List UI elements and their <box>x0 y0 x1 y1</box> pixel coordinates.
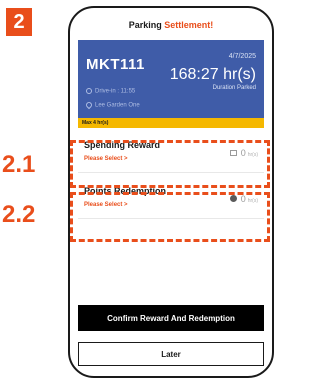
page-title: Parking Settlement! <box>128 20 214 30</box>
confirm-button[interactable]: Confirm Reward And Redemption <box>78 305 264 331</box>
annotation-2-1: 2.1 <box>2 151 36 178</box>
license-plate: MKT111 <box>86 56 145 73</box>
parking-duration: 168:27 hr(s) <box>169 66 256 83</box>
annotation-2-2: 2.2 <box>2 201 36 228</box>
step-badge: 2 <box>6 8 32 36</box>
title-accent: Settlement! <box>164 20 214 30</box>
highlight-box-points-redemption <box>70 192 270 242</box>
later-button[interactable]: Later <box>78 342 264 366</box>
drive-in-row: Drive-in : 11:55 <box>86 88 135 95</box>
highlight-box-spending-reward <box>70 140 270 188</box>
duration-label: Duration Parked <box>212 85 256 91</box>
location-pin-icon <box>84 100 94 110</box>
parking-info-card: MKT111 4/7/2025 168:27 hr(s) Duration Pa… <box>78 40 264 118</box>
location-row: Lee Garden One <box>84 100 140 110</box>
max-hours-strip: Max 4 hr(s) <box>78 118 264 128</box>
clock-icon <box>86 88 92 94</box>
parking-date: 4/7/2025 <box>228 53 256 60</box>
